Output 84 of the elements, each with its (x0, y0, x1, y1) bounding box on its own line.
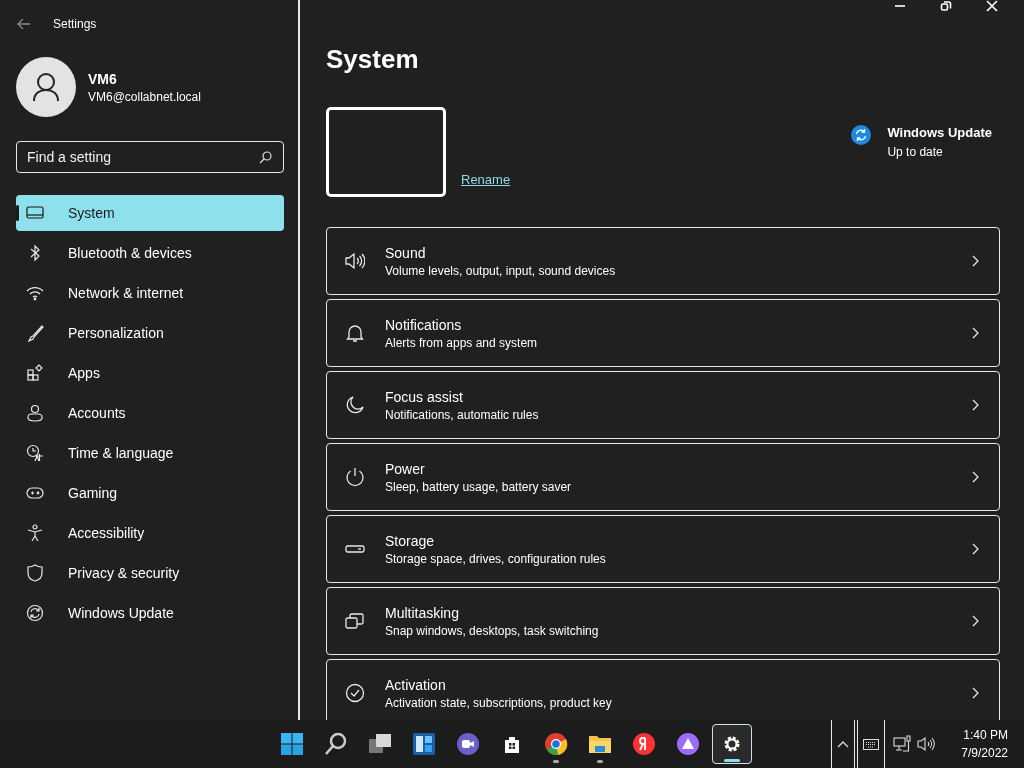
chevron-icon (972, 327, 979, 339)
setting-description: Sleep, battery usage, battery saver (385, 479, 573, 494)
settings-card[interactable]: Power Sleep, battery usage, battery saver (326, 443, 1000, 511)
nav-item[interactable]: Bluetooth & devices (16, 235, 284, 271)
avatar-icon (16, 57, 76, 117)
clock-icon (26, 444, 44, 462)
nav-item[interactable]: Gaming (16, 475, 284, 511)
nav-item[interactable]: Accounts (16, 395, 284, 431)
chevron-icon (972, 471, 979, 483)
check-circle-icon (345, 683, 365, 703)
setting-description: Storage space, drives, configuration rules (385, 551, 607, 566)
wifi-icon (26, 284, 44, 302)
clock-button[interactable]: 1:40 PM 7/9/2022 (935, 728, 1024, 760)
bell-icon (345, 323, 365, 343)
setting-title: Sound (385, 244, 427, 261)
setting-title: Notifications (385, 316, 463, 333)
search-icon (324, 732, 348, 756)
shield-icon (26, 564, 44, 582)
search-field[interactable]: Find a setting (16, 141, 284, 173)
setting-description: Snap windows, desktops, task switching (385, 623, 600, 638)
chevron-icon (972, 399, 979, 411)
window-title: Settings (53, 17, 97, 31)
letter-app-icon (632, 732, 656, 756)
setting-title: Activation (385, 676, 447, 693)
person-icon (26, 404, 44, 422)
settings-card[interactable]: Sound Volume levels, output, input, sound devices (326, 227, 1000, 295)
account-name: VM6 (88, 70, 118, 87)
refresh-icon (26, 604, 44, 622)
restore-icon[interactable] (940, 0, 952, 12)
network-icon[interactable] (893, 735, 912, 753)
monitor-icon (26, 204, 44, 222)
settings-card[interactable]: Storage Storage space, drives, configuration rules (326, 515, 1000, 583)
nav-item[interactable]: Privacy & security (16, 555, 284, 591)
setting-description: Volume levels, output, input, sound devices (385, 263, 617, 278)
nav-item[interactable]: Apps (16, 355, 284, 391)
sync-icon (851, 125, 872, 145)
close-icon[interactable] (986, 0, 998, 12)
chevron-up-icon (837, 740, 850, 748)
gamepad-icon (26, 484, 44, 502)
setting-title: Power (385, 460, 426, 477)
windows-icon (345, 611, 365, 631)
nav-item[interactable]: Windows Update (16, 595, 284, 631)
show-hidden-icons-button[interactable] (831, 720, 856, 768)
brush-icon (26, 324, 44, 342)
chat-icon (456, 732, 480, 756)
setting-title: Multitasking (385, 604, 460, 621)
widgets-icon (412, 732, 436, 756)
back-icon[interactable] (17, 18, 31, 30)
chevron-icon (972, 687, 979, 699)
update-title: Windows Update (887, 125, 992, 140)
settings-card[interactable]: Notifications Alerts from apps and system (326, 299, 1000, 367)
moon-icon (345, 395, 365, 415)
setting-title: Storage (385, 532, 436, 549)
apps-icon (26, 364, 44, 382)
rename-link[interactable]: Rename (461, 172, 511, 187)
setting-title: Focus assist (385, 388, 464, 405)
chevron-icon (972, 255, 979, 267)
search-icon (259, 151, 272, 164)
chevron-icon (972, 615, 979, 627)
triangle-app-icon (676, 732, 700, 756)
update-status: Up to date (887, 145, 944, 159)
start-icon (280, 732, 304, 756)
speaker-icon (345, 251, 365, 271)
task-view-icon (368, 732, 392, 756)
nav-item[interactable]: Time & language (16, 435, 284, 471)
account-email: VM6@collabnet.local (88, 89, 201, 104)
nav-item[interactable]: System (16, 195, 284, 231)
settings-card[interactable]: Multitasking Snap windows, desktops, task switching (326, 587, 1000, 655)
nav-item[interactable]: Accessibility (16, 515, 284, 551)
page-title: System (326, 44, 420, 75)
setting-description: Notifications, automatic rules (385, 407, 540, 422)
nav-item[interactable]: Network & internet (16, 275, 284, 311)
keyboard-button[interactable] (857, 720, 886, 768)
power-icon (345, 467, 365, 487)
setting-description: Alerts from apps and system (385, 335, 539, 350)
browser-icon (544, 732, 568, 756)
nav-item[interactable]: Personalization (16, 315, 284, 351)
chevron-icon (972, 543, 979, 555)
keyboard-icon (863, 738, 880, 750)
settings-card[interactable]: Focus assist Notifications, automatic rules (326, 371, 1000, 439)
taskbar-button[interactable] (712, 724, 752, 764)
speaker-icon[interactable] (917, 736, 936, 752)
setting-description: Activation state, subscriptions, product key (385, 695, 613, 710)
accessibility-icon (26, 524, 44, 542)
